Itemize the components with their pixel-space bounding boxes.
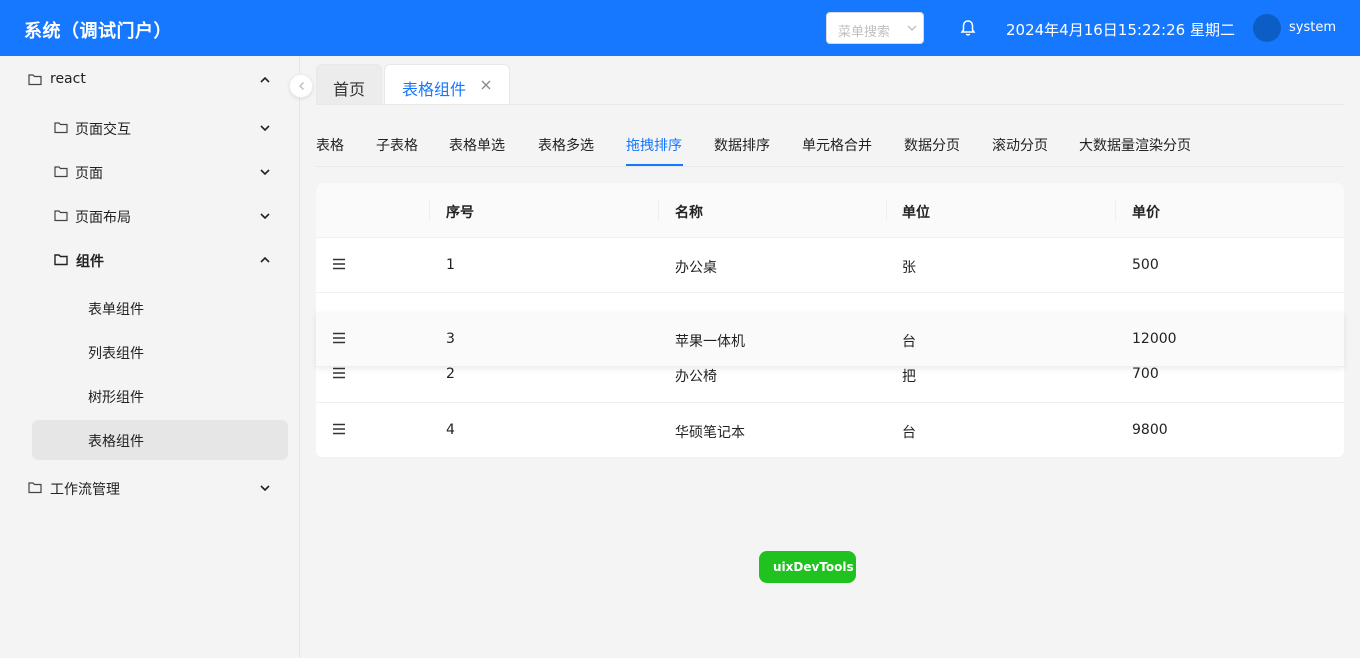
top-header: 系统（调试门户） 菜单搜索 2024年4月16日15:22:26 星期二 sys… (0, 0, 1360, 56)
sidebar-item-react[interactable]: react (16, 60, 288, 100)
sidebar-item-label: 工作流管理 (50, 482, 120, 498)
sidebar: react 页面交互 页面 页面布局 组件 表单组件 列表组件 树形组件 表格组… (0, 56, 300, 658)
chevron-down-icon (260, 485, 270, 492)
cell-unit: 把 (902, 369, 916, 385)
current-datetime: 2024年4月16日15:22:26 星期二 (1006, 21, 1235, 39)
table-row: 4 华硕笔记本 台 9800 (316, 403, 1344, 458)
sidebar-item-tree-component[interactable]: 树形组件 (32, 376, 288, 416)
column-separator (886, 199, 887, 221)
sidebar-item-label: 组件 (76, 254, 104, 270)
sidebar-item-components[interactable]: 组件 (40, 240, 288, 280)
menu-search-placeholder: 菜单搜索 (838, 25, 891, 40)
sidebar-item-label: 表单组件 (88, 302, 144, 318)
column-header-price: 单价 (1132, 205, 1160, 221)
subtab-child-table[interactable]: 子表格 (376, 135, 418, 155)
column-header-no: 序号 (446, 205, 474, 221)
drop-placeholder (316, 293, 1344, 312)
cell-name: 办公椅 (675, 369, 717, 385)
sidebar-item-label: react (50, 71, 86, 87)
menu-search-select[interactable]: 菜单搜索 (826, 12, 924, 44)
app-title: 系统（调试门户） (24, 21, 172, 42)
subtab-cell-merge[interactable]: 单元格合并 (802, 135, 872, 155)
devtools-label: uixDevTools (773, 560, 854, 574)
folder-icon (28, 482, 42, 494)
sidebar-item-label: 页面布局 (75, 210, 131, 226)
column-separator (429, 199, 430, 221)
sidebar-item-label: 表格组件 (88, 434, 144, 450)
username[interactable]: system (1289, 20, 1336, 35)
cell-price: 700 (1132, 366, 1159, 382)
sidebar-item-label: 页面 (75, 166, 103, 182)
sidebar-item-page-interaction[interactable]: 页面交互 (40, 108, 288, 148)
sidebar-item-label: 页面交互 (75, 122, 131, 138)
subtab-data-pagination[interactable]: 数据分页 (904, 135, 960, 155)
subtab-table-radio[interactable]: 表格单选 (449, 135, 505, 155)
sidebar-item-page-layout[interactable]: 页面布局 (40, 196, 288, 236)
chevron-down-icon (260, 125, 270, 132)
cell-price: 500 (1132, 257, 1159, 273)
cell-price: 9800 (1132, 422, 1168, 438)
divider (316, 166, 1344, 167)
tab-label: 首页 (333, 80, 366, 99)
chevron-left-icon (299, 82, 304, 90)
divider (316, 104, 1344, 105)
cell-no: 4 (446, 422, 455, 438)
chevron-down-icon (260, 213, 270, 220)
drag-handle-icon[interactable] (332, 367, 346, 379)
folder-icon (54, 166, 68, 178)
cell-no: 3 (446, 331, 455, 347)
cell-name: 苹果一体机 (675, 334, 745, 350)
chevron-up-icon (260, 256, 270, 263)
cell-unit: 张 (902, 260, 916, 276)
avatar[interactable] (1253, 14, 1281, 42)
cell-name: 华硕笔记本 (675, 425, 745, 441)
folder-icon (54, 122, 68, 134)
sidebar-item-list-component[interactable]: 列表组件 (32, 332, 288, 372)
subtab-table[interactable]: 表格 (316, 135, 344, 155)
folder-icon (54, 210, 68, 222)
subtab-table-multi[interactable]: 表格多选 (538, 135, 594, 155)
table-row: 1 办公桌 张 500 (316, 238, 1344, 293)
chevron-up-icon (260, 76, 270, 83)
sidebar-item-table-component[interactable]: 表格组件 (32, 420, 288, 460)
devtools-button[interactable]: uixDevTools (759, 551, 856, 583)
cell-name: 办公桌 (675, 260, 717, 276)
cell-no: 1 (446, 257, 455, 273)
subtab-data-sort[interactable]: 数据排序 (714, 135, 770, 155)
bell-icon[interactable] (959, 19, 977, 37)
column-separator (1115, 199, 1116, 221)
folder-icon (28, 74, 42, 86)
sidebar-item-label: 树形组件 (88, 390, 144, 406)
column-header-unit: 单位 (902, 205, 930, 221)
chevron-down-icon (907, 25, 917, 31)
tab-home[interactable]: 首页 (316, 64, 382, 105)
cell-unit: 台 (902, 334, 916, 350)
sidebar-item-workflow[interactable]: 工作流管理 (16, 468, 288, 508)
cell-price: 12000 (1132, 331, 1177, 347)
close-icon[interactable] (480, 79, 492, 91)
subtab-big-data-pagination[interactable]: 大数据量渲染分页 (1079, 135, 1191, 155)
column-separator (658, 199, 659, 221)
subtab-drag-sort[interactable]: 拖拽排序 (626, 135, 682, 155)
chevron-down-icon (260, 169, 270, 176)
dragging-table-row[interactable]: 3 苹果一体机 台 12000 (316, 312, 1344, 367)
drag-handle-icon[interactable] (332, 332, 346, 344)
folder-icon (54, 254, 68, 266)
sidebar-collapse-button[interactable] (289, 74, 313, 98)
sidebar-item-label: 列表组件 (88, 346, 144, 362)
column-header-name: 名称 (675, 205, 703, 221)
sidebar-item-page[interactable]: 页面 (40, 152, 288, 192)
tab-label: 表格组件 (402, 80, 467, 99)
tab-table-component[interactable]: 表格组件 (384, 64, 510, 105)
subtab-scroll-pagination[interactable]: 滚动分页 (992, 135, 1048, 155)
cell-no: 2 (446, 366, 455, 382)
drag-handle-icon[interactable] (332, 423, 346, 435)
sidebar-item-form-component[interactable]: 表单组件 (32, 288, 288, 328)
table-header: 序号 名称 单位 单价 (316, 183, 1344, 238)
drag-handle-icon[interactable] (332, 258, 346, 270)
cell-unit: 台 (902, 425, 916, 441)
